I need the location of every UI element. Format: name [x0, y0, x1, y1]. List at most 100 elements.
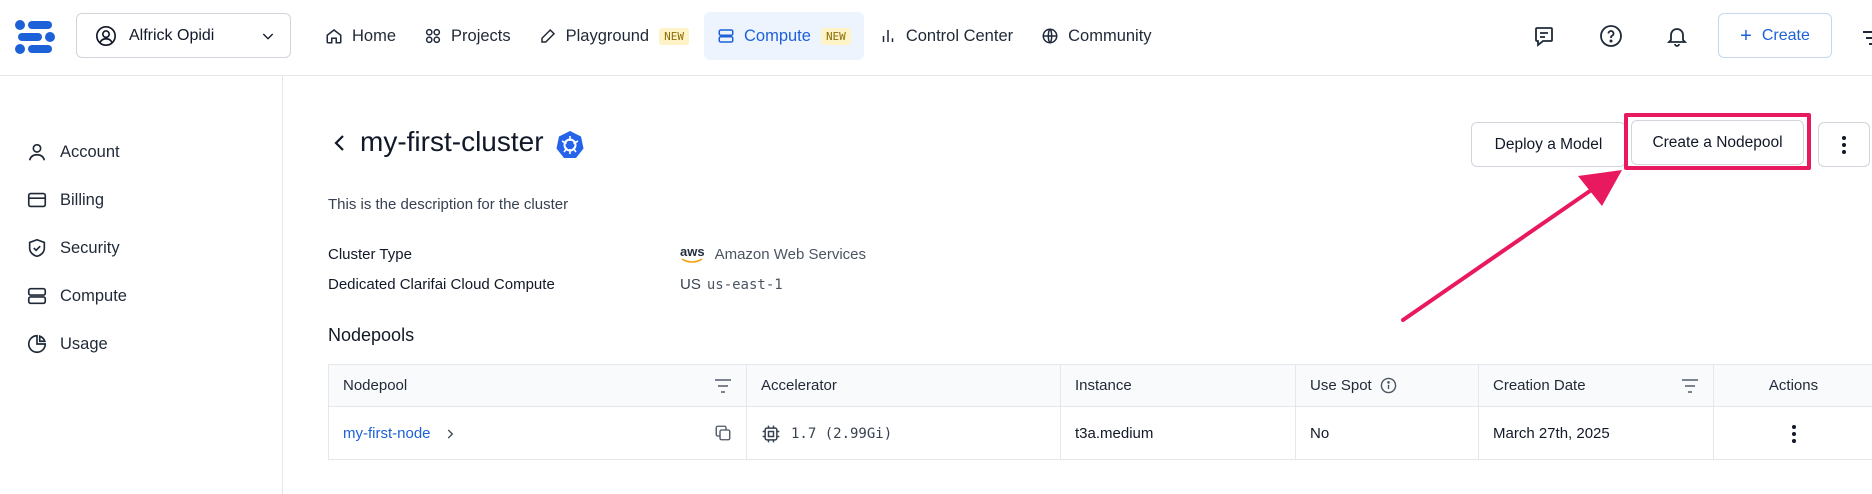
- column-header-label: Creation Date: [1493, 377, 1586, 394]
- plus-icon: +: [1740, 24, 1752, 47]
- vertical-dots-icon: [1842, 135, 1846, 154]
- nav-playground-label: Playground: [565, 26, 650, 45]
- user-name: Alfrick Opidi: [129, 26, 215, 44]
- table-row[interactable]: my-first-node 1.7 (2.99Gi) t3a.medium No…: [329, 407, 1872, 460]
- nodepools-heading: Nodepools: [328, 325, 415, 345]
- highlight-box: [1624, 113, 1811, 170]
- column-header-label: Instance: [1075, 377, 1132, 394]
- instance-value: t3a.medium: [1075, 425, 1154, 442]
- cpu-icon: [762, 425, 780, 442]
- home-icon: [325, 27, 343, 45]
- info-icon[interactable]: [1380, 377, 1397, 394]
- nav-projects-label: Projects: [451, 26, 511, 45]
- credit-card-icon: [26, 189, 50, 211]
- sidebar-item-label: Security: [60, 238, 120, 257]
- region-flag: US: [680, 276, 701, 293]
- detail-key: Cluster Type: [328, 246, 412, 263]
- column-header-nodepool[interactable]: Nodepool: [329, 365, 747, 406]
- column-header-instance[interactable]: Instance: [1061, 365, 1296, 406]
- page-title: my-first-cluster: [360, 126, 544, 157]
- back-chevron-icon[interactable]: [328, 131, 352, 155]
- use-spot-value: No: [1310, 425, 1330, 442]
- nav-control-center-label: Control Center: [905, 26, 1014, 45]
- column-header-actions: Actions: [1714, 365, 1872, 406]
- nodepools-table: Nodepool Accelerator Instance Use Spot C…: [328, 364, 1872, 460]
- more-options-button[interactable]: [1818, 122, 1870, 167]
- sidebar-item-usage[interactable]: Usage: [26, 333, 108, 355]
- server-icon: [26, 285, 50, 307]
- nav-compute[interactable]: Compute NEW: [703, 12, 864, 60]
- server-icon: [717, 27, 735, 45]
- user-circle-icon: [96, 25, 116, 46]
- pie-chart-icon: [26, 333, 50, 355]
- region-value: us-east-1: [706, 276, 783, 293]
- cell-instance: t3a.medium: [1061, 407, 1296, 460]
- pen-icon: [539, 27, 557, 45]
- deploy-model-button[interactable]: Deploy a Model: [1471, 122, 1626, 167]
- column-header-label: Actions: [1768, 377, 1819, 394]
- column-header-use-spot[interactable]: Use Spot: [1296, 365, 1479, 406]
- detail-key: Dedicated Clarifai Cloud Compute: [328, 276, 555, 293]
- sidebar-item-label: Billing: [60, 190, 105, 209]
- nav-home-label: Home: [352, 26, 397, 45]
- nav-playground[interactable]: Playground NEW: [526, 12, 702, 60]
- cell-nodepool: my-first-node: [329, 407, 747, 460]
- main-nav: Home Projects Playground NEW Compute NEW…: [312, 12, 1167, 60]
- chevron-right-icon[interactable]: [443, 427, 457, 441]
- nav-community-label: Community: [1068, 26, 1152, 45]
- help-icon[interactable]: [1597, 22, 1625, 50]
- chevron-down-icon: [262, 33, 274, 40]
- nav-control-center[interactable]: Control Center: [866, 12, 1026, 60]
- copy-icon[interactable]: [714, 424, 732, 442]
- kubernetes-badge-icon: [556, 131, 584, 158]
- sidebar-item-compute[interactable]: Compute: [26, 285, 127, 307]
- column-header-accelerator[interactable]: Accelerator: [747, 365, 1061, 406]
- user-app-selector[interactable]: Alfrick Opidi: [76, 13, 291, 58]
- detail-value: aws Amazon Web Services: [680, 245, 866, 263]
- bell-icon[interactable]: [1663, 22, 1691, 50]
- new-badge: NEW: [820, 27, 851, 45]
- top-navigation-bar: Alfrick Opidi Home Projects Playground N…: [0, 0, 1872, 76]
- nav-community[interactable]: Community: [1028, 12, 1164, 60]
- bar-chart-icon: [879, 27, 897, 45]
- shield-icon: [26, 237, 50, 259]
- create-button-label: Create: [1761, 26, 1810, 44]
- sidebar-item-label: Compute: [60, 286, 127, 305]
- aws-logo-icon: aws: [680, 245, 705, 263]
- column-header-label: Accelerator: [761, 377, 837, 394]
- column-header-label: Use Spot: [1310, 377, 1372, 394]
- create-button[interactable]: + Create: [1718, 13, 1832, 58]
- column-header-label: Nodepool: [343, 377, 408, 394]
- filter-icon[interactable]: [714, 378, 732, 394]
- user-icon: [26, 141, 50, 163]
- cluster-description: This is the description for the cluster: [328, 196, 569, 213]
- filter-icon[interactable]: [1681, 378, 1699, 394]
- grid-icon: [424, 27, 442, 45]
- nodepool-link[interactable]: my-first-node: [343, 425, 431, 442]
- nav-home[interactable]: Home: [312, 12, 409, 60]
- cell-accelerator: 1.7 (2.99Gi): [747, 407, 1061, 460]
- clarifai-logo-icon[interactable]: [14, 17, 58, 57]
- new-badge: NEW: [659, 27, 689, 45]
- row-actions-icon[interactable]: [1791, 424, 1797, 444]
- detail-value: US us-east-1: [680, 276, 783, 293]
- cloud-provider-value: Amazon Web Services: [714, 245, 867, 263]
- cell-actions: [1714, 407, 1872, 460]
- sidebar-item-billing[interactable]: Billing: [26, 189, 104, 211]
- cell-use-spot: No: [1296, 407, 1479, 460]
- globe-icon: [1041, 27, 1059, 45]
- sidebar-item-label: Account: [60, 142, 120, 161]
- deploy-model-label: Deploy a Model: [1494, 135, 1603, 153]
- menu-icon[interactable]: [1860, 26, 1872, 50]
- sidebar-item-label: Usage: [60, 334, 108, 353]
- sidebar-item-security[interactable]: Security: [26, 237, 120, 259]
- cell-creation-date: March 27th, 2025: [1479, 407, 1714, 460]
- creation-date-value: March 27th, 2025: [1493, 425, 1610, 442]
- feedback-icon[interactable]: [1530, 22, 1558, 50]
- nav-compute-label: Compute: [743, 26, 811, 45]
- column-header-creation-date[interactable]: Creation Date: [1479, 365, 1714, 406]
- settings-sidebar: Account Billing Security Compute Usage: [0, 76, 283, 494]
- table-header: Nodepool Accelerator Instance Use Spot C…: [329, 365, 1872, 407]
- sidebar-item-account[interactable]: Account: [26, 141, 120, 163]
- nav-projects[interactable]: Projects: [411, 12, 524, 60]
